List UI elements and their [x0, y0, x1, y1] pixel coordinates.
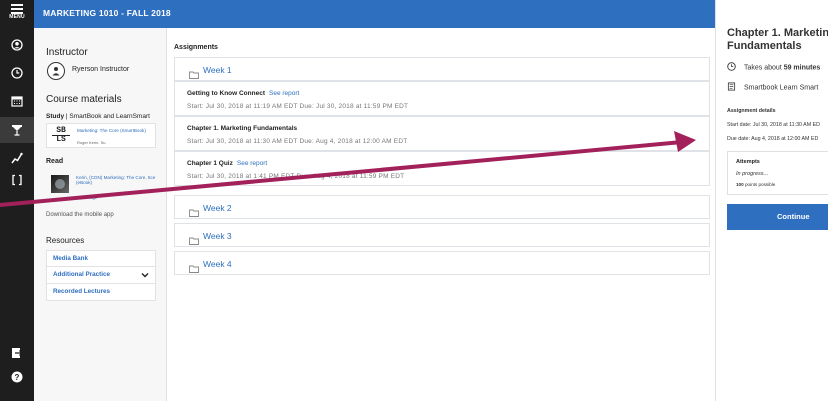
- book-icon: [727, 82, 736, 93]
- time-estimate: Takes about 59 minutes: [727, 62, 820, 73]
- assignment-row[interactable]: Getting to Know Connect See report Start:…: [174, 81, 710, 116]
- course-header: MARKETING 1010 - FALL 2018: [34, 0, 715, 28]
- user-icon: [52, 67, 60, 76]
- points-possible: 100 points possible: [736, 182, 776, 187]
- folder-icon: [189, 260, 199, 278]
- avatar: [47, 62, 65, 80]
- start-date: Start date: Jul 30, 2018 at 11:30 AM ED: [727, 122, 820, 128]
- assignment-dates: Start: Jul 30, 2018 at 1:41 PM EDT Due: …: [187, 173, 405, 180]
- exit-icon[interactable]: [0, 347, 34, 359]
- attempts-heading: Attempts: [736, 159, 760, 165]
- ebook-title[interactable]: Kerin, (CDN) Marketing: The Core, 5ce (e…: [76, 175, 156, 186]
- see-report-link[interactable]: See report: [237, 160, 267, 167]
- resource-media-bank[interactable]: Media Bank: [46, 250, 156, 267]
- menu-button[interactable]: MENU: [0, 2, 34, 20]
- nav-rail: MENU ?: [0, 0, 34, 401]
- resource-additional-practice[interactable]: Additional Practice: [46, 267, 156, 284]
- assignment-dates: Start: Jul 30, 2018 at 11:30 AM EDT Due:…: [187, 138, 408, 145]
- week-label[interactable]: Week 2: [203, 203, 232, 213]
- resources-list: Media Bank Additional Practice Recorded …: [46, 250, 156, 301]
- menu-label: MENU: [9, 14, 25, 20]
- assignment-title[interactable]: Chapter 1 Quiz: [187, 160, 233, 167]
- chart-line-icon[interactable]: [0, 152, 34, 164]
- presentation-icon[interactable]: [0, 117, 34, 143]
- menu-icon: [11, 4, 23, 14]
- week-label[interactable]: Week 3: [203, 231, 232, 241]
- details-title: Chapter 1. Marketing Fundamentals: [727, 27, 828, 52]
- smartbook-card[interactable]: SB LS Marketing: The Core (SmartBook) Rog…: [46, 123, 156, 148]
- help-icon[interactable]: ?: [0, 371, 34, 383]
- assignment-title[interactable]: Getting to Know Connect: [187, 90, 265, 97]
- assignments-panel: Assignments Week 1 Getting to Know Conne…: [167, 28, 715, 401]
- calendar-icon[interactable]: [0, 95, 34, 107]
- continue-button[interactable]: Continue: [727, 204, 828, 230]
- course-sidebar: Instructor Ryerson Instructor Course mat…: [34, 28, 167, 401]
- week-row-2[interactable]: Week 2: [174, 195, 710, 219]
- book-cover-image: [51, 175, 69, 193]
- assignment-dates: Start: Jul 30, 2018 at 11:19 AM EDT Due:…: [187, 103, 409, 110]
- week-label[interactable]: Week 4: [203, 259, 232, 269]
- attempts-box: Attempts In progress... 100 points possi…: [727, 151, 828, 195]
- smartbook-logo-icon: SB LS: [52, 127, 70, 144]
- account-icon[interactable]: [0, 39, 34, 51]
- assignments-heading: Assignments: [174, 44, 218, 51]
- week-row-1[interactable]: Week 1: [174, 57, 710, 81]
- clock-icon: [727, 62, 736, 73]
- assignment-row[interactable]: Chapter 1 Quiz See report Start: Jul 30, …: [174, 151, 710, 186]
- details-heading: Assignment details: [727, 108, 776, 114]
- course-materials-heading: Course materials: [46, 94, 122, 105]
- attempts-status: In progress...: [736, 171, 769, 177]
- instructor-heading: Instructor: [46, 47, 88, 58]
- resource-recorded-lectures[interactable]: Recorded Lectures: [46, 284, 156, 301]
- smartbook-title[interactable]: Marketing: The Core (SmartBook): [77, 128, 153, 133]
- course-title: MARKETING 1010 - FALL 2018: [43, 8, 171, 18]
- assignment-type: Smartbook Learn Smart: [727, 82, 818, 93]
- download-app-link[interactable]: Download the mobile app: [46, 211, 156, 219]
- assignment-title[interactable]: Chapter 1. Marketing Fundamentals: [187, 125, 297, 132]
- week-row-4[interactable]: Week 4: [174, 251, 710, 275]
- due-date: Due date: Aug 4, 2018 at 12:00 AM ED: [727, 136, 819, 142]
- smartbook-author: Roger Kerin, Su: [77, 140, 106, 145]
- ebook-author: Kerin, Roge: [76, 195, 98, 200]
- read-heading: Read: [46, 158, 64, 165]
- folder-icon: [189, 204, 199, 222]
- assignment-row[interactable]: Chapter 1. Marketing Fundamentals Start:…: [174, 116, 710, 151]
- instructor-name: Ryerson Instructor: [72, 66, 130, 73]
- week-row-3[interactable]: Week 3: [174, 223, 710, 247]
- see-report-link[interactable]: See report: [269, 90, 299, 97]
- svg-text:?: ?: [15, 373, 20, 382]
- ebook-card[interactable]: Kerin, (CDN) Marketing: The Core, 5ce (e…: [46, 171, 156, 202]
- folder-icon: [189, 232, 199, 250]
- clock-icon[interactable]: [0, 67, 34, 79]
- study-label: Study | SmartBook and LearnSmart: [46, 113, 150, 120]
- week-label[interactable]: Week 1: [203, 65, 232, 75]
- brackets-icon[interactable]: [0, 174, 34, 186]
- assignment-details-panel: Chapter 1. Marketing Fundamentals Takes …: [715, 0, 828, 401]
- resources-heading: Resources: [46, 236, 85, 245]
